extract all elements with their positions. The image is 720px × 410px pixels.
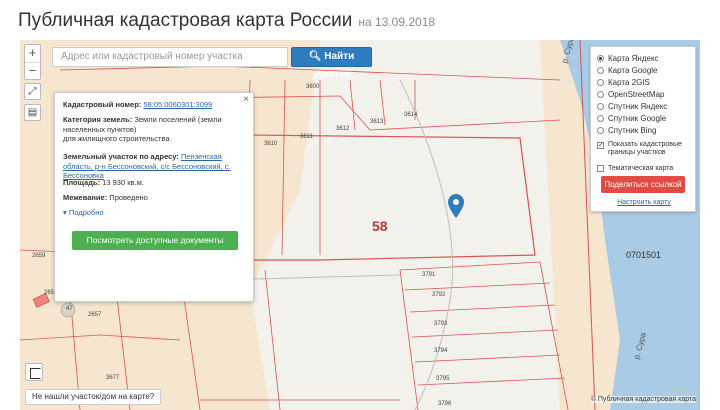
layer-option-google-satellite[interactable]: Спутник Google [597, 113, 666, 123]
search-input[interactable]: Адрес или кадастровый номер участка [52, 47, 288, 67]
parcel-label: 3795 [436, 376, 450, 382]
layer-option-osm[interactable]: OpenStreetMap [597, 89, 664, 99]
parcel-label: 3600 [306, 84, 320, 90]
parcel-label: 3677 [106, 375, 120, 381]
radio-icon [597, 102, 604, 110]
configure-map-link[interactable]: Настроить карту [591, 199, 697, 206]
parcel-58-label: 58 [372, 218, 388, 234]
parcel-label: 47 [66, 306, 73, 312]
cad-number-link[interactable]: 58:05:0060301:3099 [143, 100, 212, 109]
layer-option-yandex-satellite[interactable]: Спутник Яндекс [597, 101, 667, 111]
checkbox-icon [597, 164, 604, 172]
date-label: на 13.09.2018 [358, 15, 436, 29]
radio-icon [597, 78, 604, 86]
parcel-info-popup: × Кадастровый номер: 58:05:0060301:3099 … [54, 92, 254, 302]
radio-icon [597, 90, 604, 98]
survey-label: Межевание: [63, 193, 108, 202]
radio-icon [597, 126, 604, 134]
print-button[interactable]: ▤ [24, 104, 41, 121]
parcel-label: 2657 [88, 312, 102, 318]
checkbox-icon [597, 142, 604, 149]
map-area[interactable]: 3600 3609 3610 3611 3612 3613 3614 2659 … [20, 40, 700, 410]
ruler-icon: ⤢ [28, 86, 37, 97]
more-link[interactable]: ▾ Подробно [63, 208, 104, 217]
cad-number-label: Кадастровый номер: [63, 100, 142, 109]
parcel-label: 3794 [434, 348, 448, 354]
yandex-watermark: Яндекс [667, 386, 694, 395]
category-extra: для жилищного строительства [63, 134, 170, 143]
search-button[interactable]: 🔍︎ Найти участок [291, 47, 372, 80]
parcel-label: 3793 [434, 321, 448, 327]
copyright-label: © Публичная кадастровая карта [590, 396, 696, 403]
search-icon: 🔍︎ [308, 51, 322, 62]
map-layers-panel: Карта Яндекс Карта Google Карта 2GIS Ope… [590, 46, 696, 212]
parcel-label: 3792 [432, 292, 446, 298]
area-value: 13 930 кв.м. [102, 178, 144, 187]
category-label: Категория земель: [63, 115, 133, 124]
radio-icon [597, 66, 604, 74]
parcel-label: 3611 [300, 134, 313, 140]
thematic-map-checkbox[interactable]: Тематическая карта [597, 163, 673, 173]
printer-icon: ▤ [27, 107, 38, 118]
zoom-control: + − [24, 44, 41, 80]
parcel-label: 2659 [32, 253, 46, 259]
zoom-out-button[interactable]: − [25, 62, 40, 79]
location-pin-icon[interactable] [448, 194, 464, 218]
layers-toggle-button[interactable] [25, 363, 43, 381]
parcel-label: 3796 [438, 401, 452, 407]
parcel-label: 3612 [336, 126, 350, 132]
address-label: Земельный участок по адресу: [63, 152, 179, 161]
radio-icon [597, 54, 604, 62]
area-label: Площадь: [63, 178, 101, 187]
parcel-label: 3610 [264, 141, 278, 147]
layer-option-google-map[interactable]: Карта Google [597, 65, 657, 75]
layer-option-2gis-map[interactable]: Карта 2GIS [597, 77, 650, 87]
page-title: Публичная кадастровая карта России [18, 10, 353, 31]
page-header: Публичная кадастровая карта России на 13… [18, 10, 435, 36]
parcel-label: 3613 [370, 119, 384, 125]
share-link-button[interactable]: Поделиться ссылкой [601, 176, 685, 193]
show-boundaries-checkbox[interactable]: Показать кадастровые границы участков [597, 141, 693, 161]
not-found-button[interactable]: Не нашли участок/дом на карте? [25, 389, 162, 405]
parcel-label: 3791 [422, 272, 436, 278]
measure-button[interactable]: ⤢ [24, 83, 41, 100]
layer-option-bing-satellite[interactable]: Спутник Bing [597, 125, 656, 135]
radio-icon [597, 114, 604, 122]
view-documents-button[interactable]: Посмотреть доступные документы [72, 231, 238, 250]
layer-option-yandex-map[interactable]: Карта Яндекс [597, 53, 659, 63]
zoom-in-button[interactable]: + [25, 45, 40, 62]
parcel-label: 3614 [404, 112, 418, 118]
block-number-label: 0701501 [626, 250, 662, 260]
survey-value: Проведено [109, 193, 148, 202]
